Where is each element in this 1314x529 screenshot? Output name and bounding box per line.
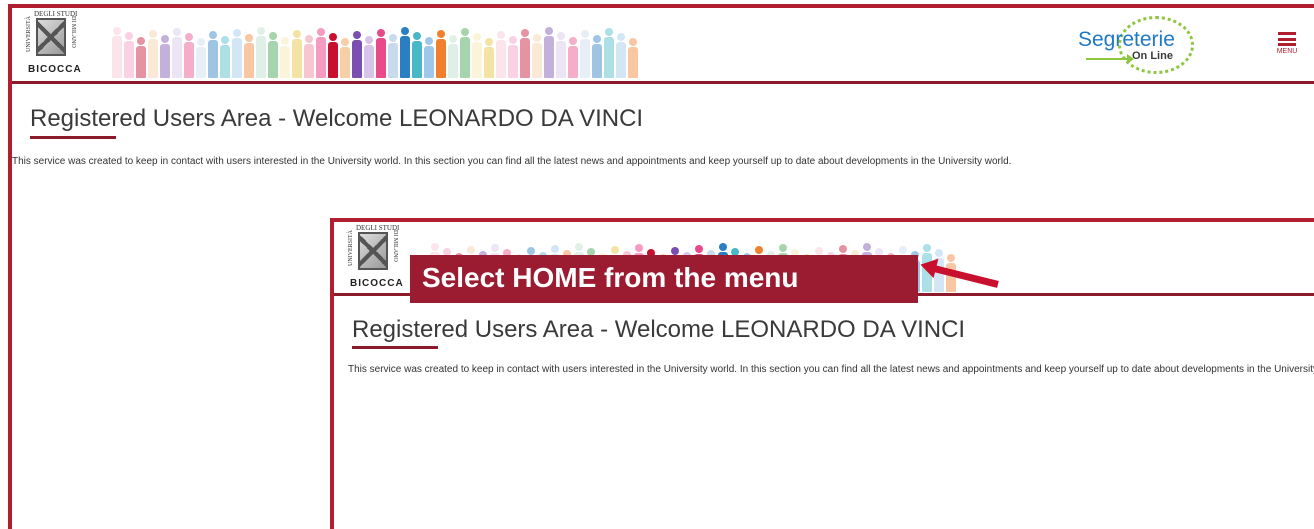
person-figure (112, 27, 122, 78)
person-figure (268, 32, 278, 78)
inset-logo-right-text: DI MILANO (392, 230, 398, 262)
menu-button[interactable]: MENU (1274, 32, 1300, 55)
person-figure (472, 33, 482, 78)
person-figure (244, 34, 254, 78)
logo-right-text: DI MILANO (70, 16, 76, 48)
person-figure (544, 27, 554, 78)
person-figure (448, 35, 458, 78)
person-figure (592, 35, 602, 78)
person-figure (376, 29, 386, 78)
person-figure (232, 29, 242, 78)
inset-title-underline (352, 346, 438, 349)
title-underline (30, 136, 116, 139)
page-title: Registered Users Area - Welcome LEONARDO… (30, 105, 644, 132)
person-figure (124, 32, 134, 78)
person-figure (160, 35, 170, 78)
menu-label: MENU (1276, 48, 1298, 55)
segreterie-online-logo[interactable]: Segreterie On Line (1064, 12, 1204, 78)
logo-left-text: UNIVERSITÀ (26, 16, 32, 52)
person-figure (172, 28, 182, 78)
hamburger-icon (1278, 32, 1296, 46)
person-figure (580, 30, 590, 78)
service-logo-sub: On Line (1132, 50, 1173, 62)
person-figure (424, 37, 434, 78)
person-figure (280, 37, 290, 78)
university-logo[interactable]: DEGLI STUDI UNIVERSITÀ DI MILANO BICOCCA (26, 10, 90, 80)
person-figure (316, 28, 326, 78)
person-figure (520, 29, 530, 78)
person-figure (148, 30, 158, 78)
person-figure (604, 28, 614, 78)
person-figure (136, 37, 146, 78)
inset-university-logo: DEGLI STUDI UNIVERSITÀ DI MILANO BICOCCA (348, 224, 412, 294)
person-figure (292, 30, 302, 78)
person-figure (532, 34, 542, 78)
person-figure (208, 31, 218, 78)
person-figure (508, 36, 518, 78)
inset-page-title: Registered Users Area - Welcome LEONARDO… (352, 316, 966, 343)
inset-university-seal-icon (358, 232, 388, 270)
logo-arrow-icon (1086, 54, 1134, 64)
person-figure (496, 31, 506, 78)
person-figure (220, 36, 230, 78)
person-figure (364, 36, 374, 78)
inset-logo-bottom-text: BICOCCA (350, 278, 404, 289)
instruction-callout: Select HOME from the menu (410, 255, 918, 303)
person-figure (616, 33, 626, 78)
person-figure (388, 34, 398, 78)
person-figure (184, 33, 194, 78)
person-figure (628, 38, 638, 78)
person-figure (436, 30, 446, 78)
people-banner (112, 16, 638, 78)
inset-page-description: This service was created to keep in cont… (348, 364, 1314, 375)
inset-logo-left-text: UNIVERSITÀ (348, 230, 354, 266)
person-figure (568, 37, 578, 78)
person-figure (484, 38, 494, 78)
university-seal-icon (36, 18, 66, 56)
person-figure (340, 38, 350, 78)
page-description: This service was created to keep in cont… (12, 156, 1012, 167)
person-figure (556, 32, 566, 78)
person-figure (412, 32, 422, 78)
person-figure (352, 31, 362, 78)
person-figure (460, 28, 470, 78)
person-figure (304, 35, 314, 78)
service-logo-main: Segreterie (1078, 28, 1175, 51)
person-figure (256, 27, 266, 78)
person-figure (400, 27, 410, 78)
person-figure (196, 38, 206, 78)
person-figure (328, 33, 338, 78)
logo-bottom-text: BICOCCA (28, 64, 82, 75)
site-header: DEGLI STUDI UNIVERSITÀ DI MILANO BICOCCA… (12, 8, 1314, 84)
